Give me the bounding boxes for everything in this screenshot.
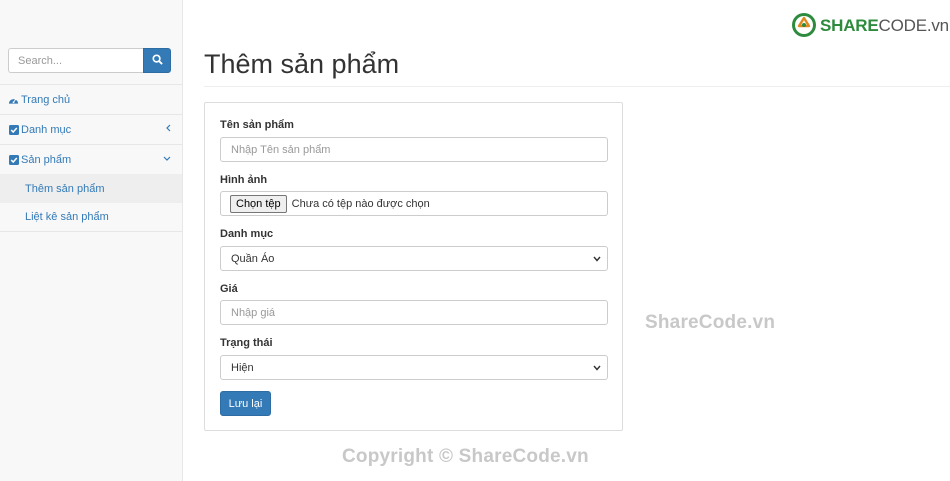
logo-text-thin: CODE.vn xyxy=(878,16,950,35)
price-label: Giá xyxy=(220,283,238,295)
sidebar-subitem-list-products[interactable]: Liệt kê sản phẩm xyxy=(0,203,182,232)
file-status-text: Chưa có tệp nào được chọn xyxy=(291,197,430,210)
category-label: Danh mục xyxy=(220,228,274,240)
status-select-value: Hiện xyxy=(231,361,254,374)
sidebar-subitem-label: Thêm sản phẩm xyxy=(25,182,105,195)
sidebar-item-product[interactable]: Sản phẩm xyxy=(0,144,182,174)
watermark-text: ShareCode.vn xyxy=(645,312,776,333)
image-label: Hình ảnh xyxy=(220,174,268,186)
chevron-down-icon xyxy=(163,154,171,165)
chevron-left-icon xyxy=(165,124,171,135)
sidebar-item-label: Danh mục xyxy=(21,123,72,136)
choose-file-button[interactable]: Chọn tệp xyxy=(230,194,287,213)
search-button[interactable] xyxy=(143,48,171,73)
product-form-panel: Tên sản phẩm Nhập Tên sản phẩm Hình ảnh … xyxy=(204,102,623,431)
sidebar-item-label: Trang chủ xyxy=(21,93,71,106)
page-title: Thêm sản phẩm xyxy=(204,49,400,79)
sidebar-subitem-add-product[interactable]: Thêm sản phẩm xyxy=(0,174,182,203)
recycle-logo-icon xyxy=(791,12,817,41)
sidebar: Trang chủ Danh mục Sản phẩm Thêm sản phẩ… xyxy=(0,0,183,481)
checkbox-icon xyxy=(8,124,19,135)
logo-text-bold: SHARE xyxy=(820,16,879,35)
name-input[interactable]: Nhập Tên sản phẩm xyxy=(220,137,608,162)
chevron-down-icon xyxy=(593,364,601,372)
sidebar-item-label: Sản phẩm xyxy=(21,153,72,166)
status-select[interactable]: Hiện xyxy=(220,355,608,380)
search-icon xyxy=(151,53,163,68)
sidebar-item-home[interactable]: Trang chủ xyxy=(0,84,182,114)
search-input[interactable] xyxy=(8,48,143,73)
category-select[interactable]: Quần Áo xyxy=(220,246,608,271)
checkbox-icon xyxy=(8,154,19,165)
chevron-down-icon xyxy=(593,255,601,263)
save-button[interactable]: Lưu lại xyxy=(220,391,271,416)
dashboard-icon xyxy=(8,94,19,105)
copyright-watermark: Copyright © ShareCode.vn xyxy=(342,446,589,467)
name-label: Tên sản phẩm xyxy=(220,119,294,131)
search-group xyxy=(8,48,171,73)
category-select-value: Quần Áo xyxy=(231,252,275,265)
price-input-placeholder: Nhập giá xyxy=(231,306,276,319)
sidebar-item-category[interactable]: Danh mục xyxy=(0,114,182,144)
logo-text: SHARECODE.vn xyxy=(820,16,949,36)
sidebar-subitem-label: Liệt kê sản phẩm xyxy=(25,211,109,223)
image-file-input[interactable]: Chọn tệp Chưa có tệp nào được chọn xyxy=(220,191,608,216)
name-input-placeholder: Nhập Tên sản phẩm xyxy=(231,143,331,156)
price-input[interactable]: Nhập giá xyxy=(220,300,608,325)
divider xyxy=(204,86,950,87)
sharecode-logo: SHARECODE.vn xyxy=(791,12,949,40)
sidebar-nav: Trang chủ Danh mục Sản phẩm Thêm sản phẩ… xyxy=(0,84,182,232)
status-label: Trạng thái xyxy=(220,337,273,349)
